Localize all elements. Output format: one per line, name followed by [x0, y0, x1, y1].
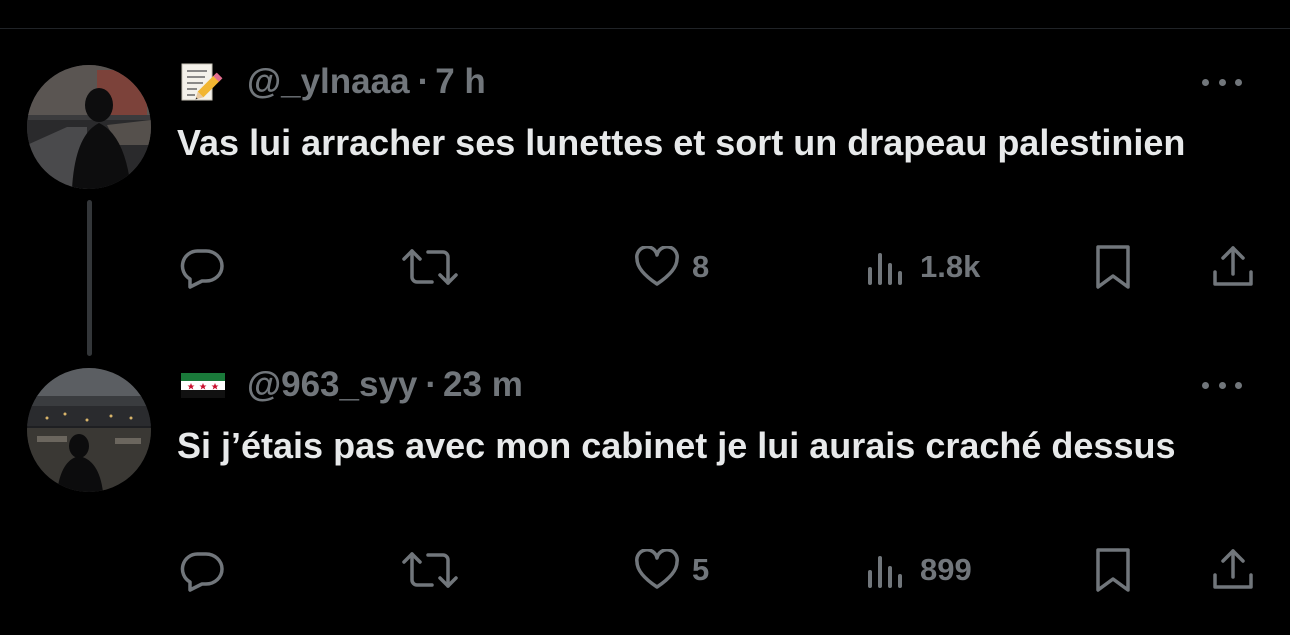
more-options-icon[interactable]	[1202, 72, 1242, 92]
separator-dot: ·	[417, 62, 430, 101]
tweet-text: Vas lui arracher ses lunettes et sort un…	[177, 122, 1186, 163]
share-icon	[1210, 547, 1256, 593]
separator-dot: ·	[425, 365, 438, 404]
views-button[interactable]: 1.8k	[866, 242, 980, 292]
memo-emoji-icon	[179, 60, 227, 104]
user-handle[interactable]: @_ylnaaa	[247, 62, 410, 102]
reply-button[interactable]	[178, 242, 226, 292]
like-button[interactable]: 5	[634, 545, 709, 595]
avatar[interactable]	[27, 368, 151, 492]
timestamp[interactable]: 7 h	[435, 62, 486, 102]
bookmark-button[interactable]	[1092, 242, 1136, 292]
bookmark-icon	[1092, 243, 1136, 291]
share-icon	[1210, 244, 1256, 290]
reply-button[interactable]	[178, 545, 226, 595]
tweet-header: @963_syy · 23 m	[179, 361, 523, 409]
views-button[interactable]: 899	[866, 545, 972, 595]
view-count: 1.8k	[920, 249, 981, 284]
bookmark-button[interactable]	[1092, 545, 1136, 595]
share-button[interactable]	[1210, 545, 1256, 595]
tweet-text: Si j’étais pas avec mon cabinet je lui a…	[177, 425, 1176, 466]
timestamp[interactable]: 23 m	[443, 365, 523, 405]
top-divider	[0, 28, 1290, 29]
views-icon	[866, 550, 908, 590]
action-bar: 8 1.8k	[0, 242, 1290, 292]
avatar[interactable]	[27, 65, 151, 189]
views-icon	[866, 247, 908, 287]
action-bar: 5 899	[0, 545, 1290, 595]
like-count: 5	[692, 552, 710, 587]
retweet-button[interactable]	[400, 242, 460, 292]
more-options-icon[interactable]	[1202, 375, 1242, 395]
heart-icon	[634, 549, 680, 591]
retweet-icon	[400, 245, 460, 289]
reply-icon	[178, 245, 226, 289]
user-handle[interactable]: @963_syy	[247, 365, 417, 405]
heart-icon	[634, 246, 680, 288]
retweet-icon	[400, 548, 460, 592]
view-count: 899	[920, 552, 972, 587]
reply-icon	[178, 548, 226, 592]
syria-flag-emoji-icon	[179, 363, 227, 407]
retweet-button[interactable]	[400, 545, 460, 595]
like-count: 8	[692, 249, 710, 284]
like-button[interactable]: 8	[634, 242, 709, 292]
bookmark-icon	[1092, 546, 1136, 594]
share-button[interactable]	[1210, 242, 1256, 292]
tweet-header: @_ylnaaa · 7 h	[179, 58, 486, 106]
